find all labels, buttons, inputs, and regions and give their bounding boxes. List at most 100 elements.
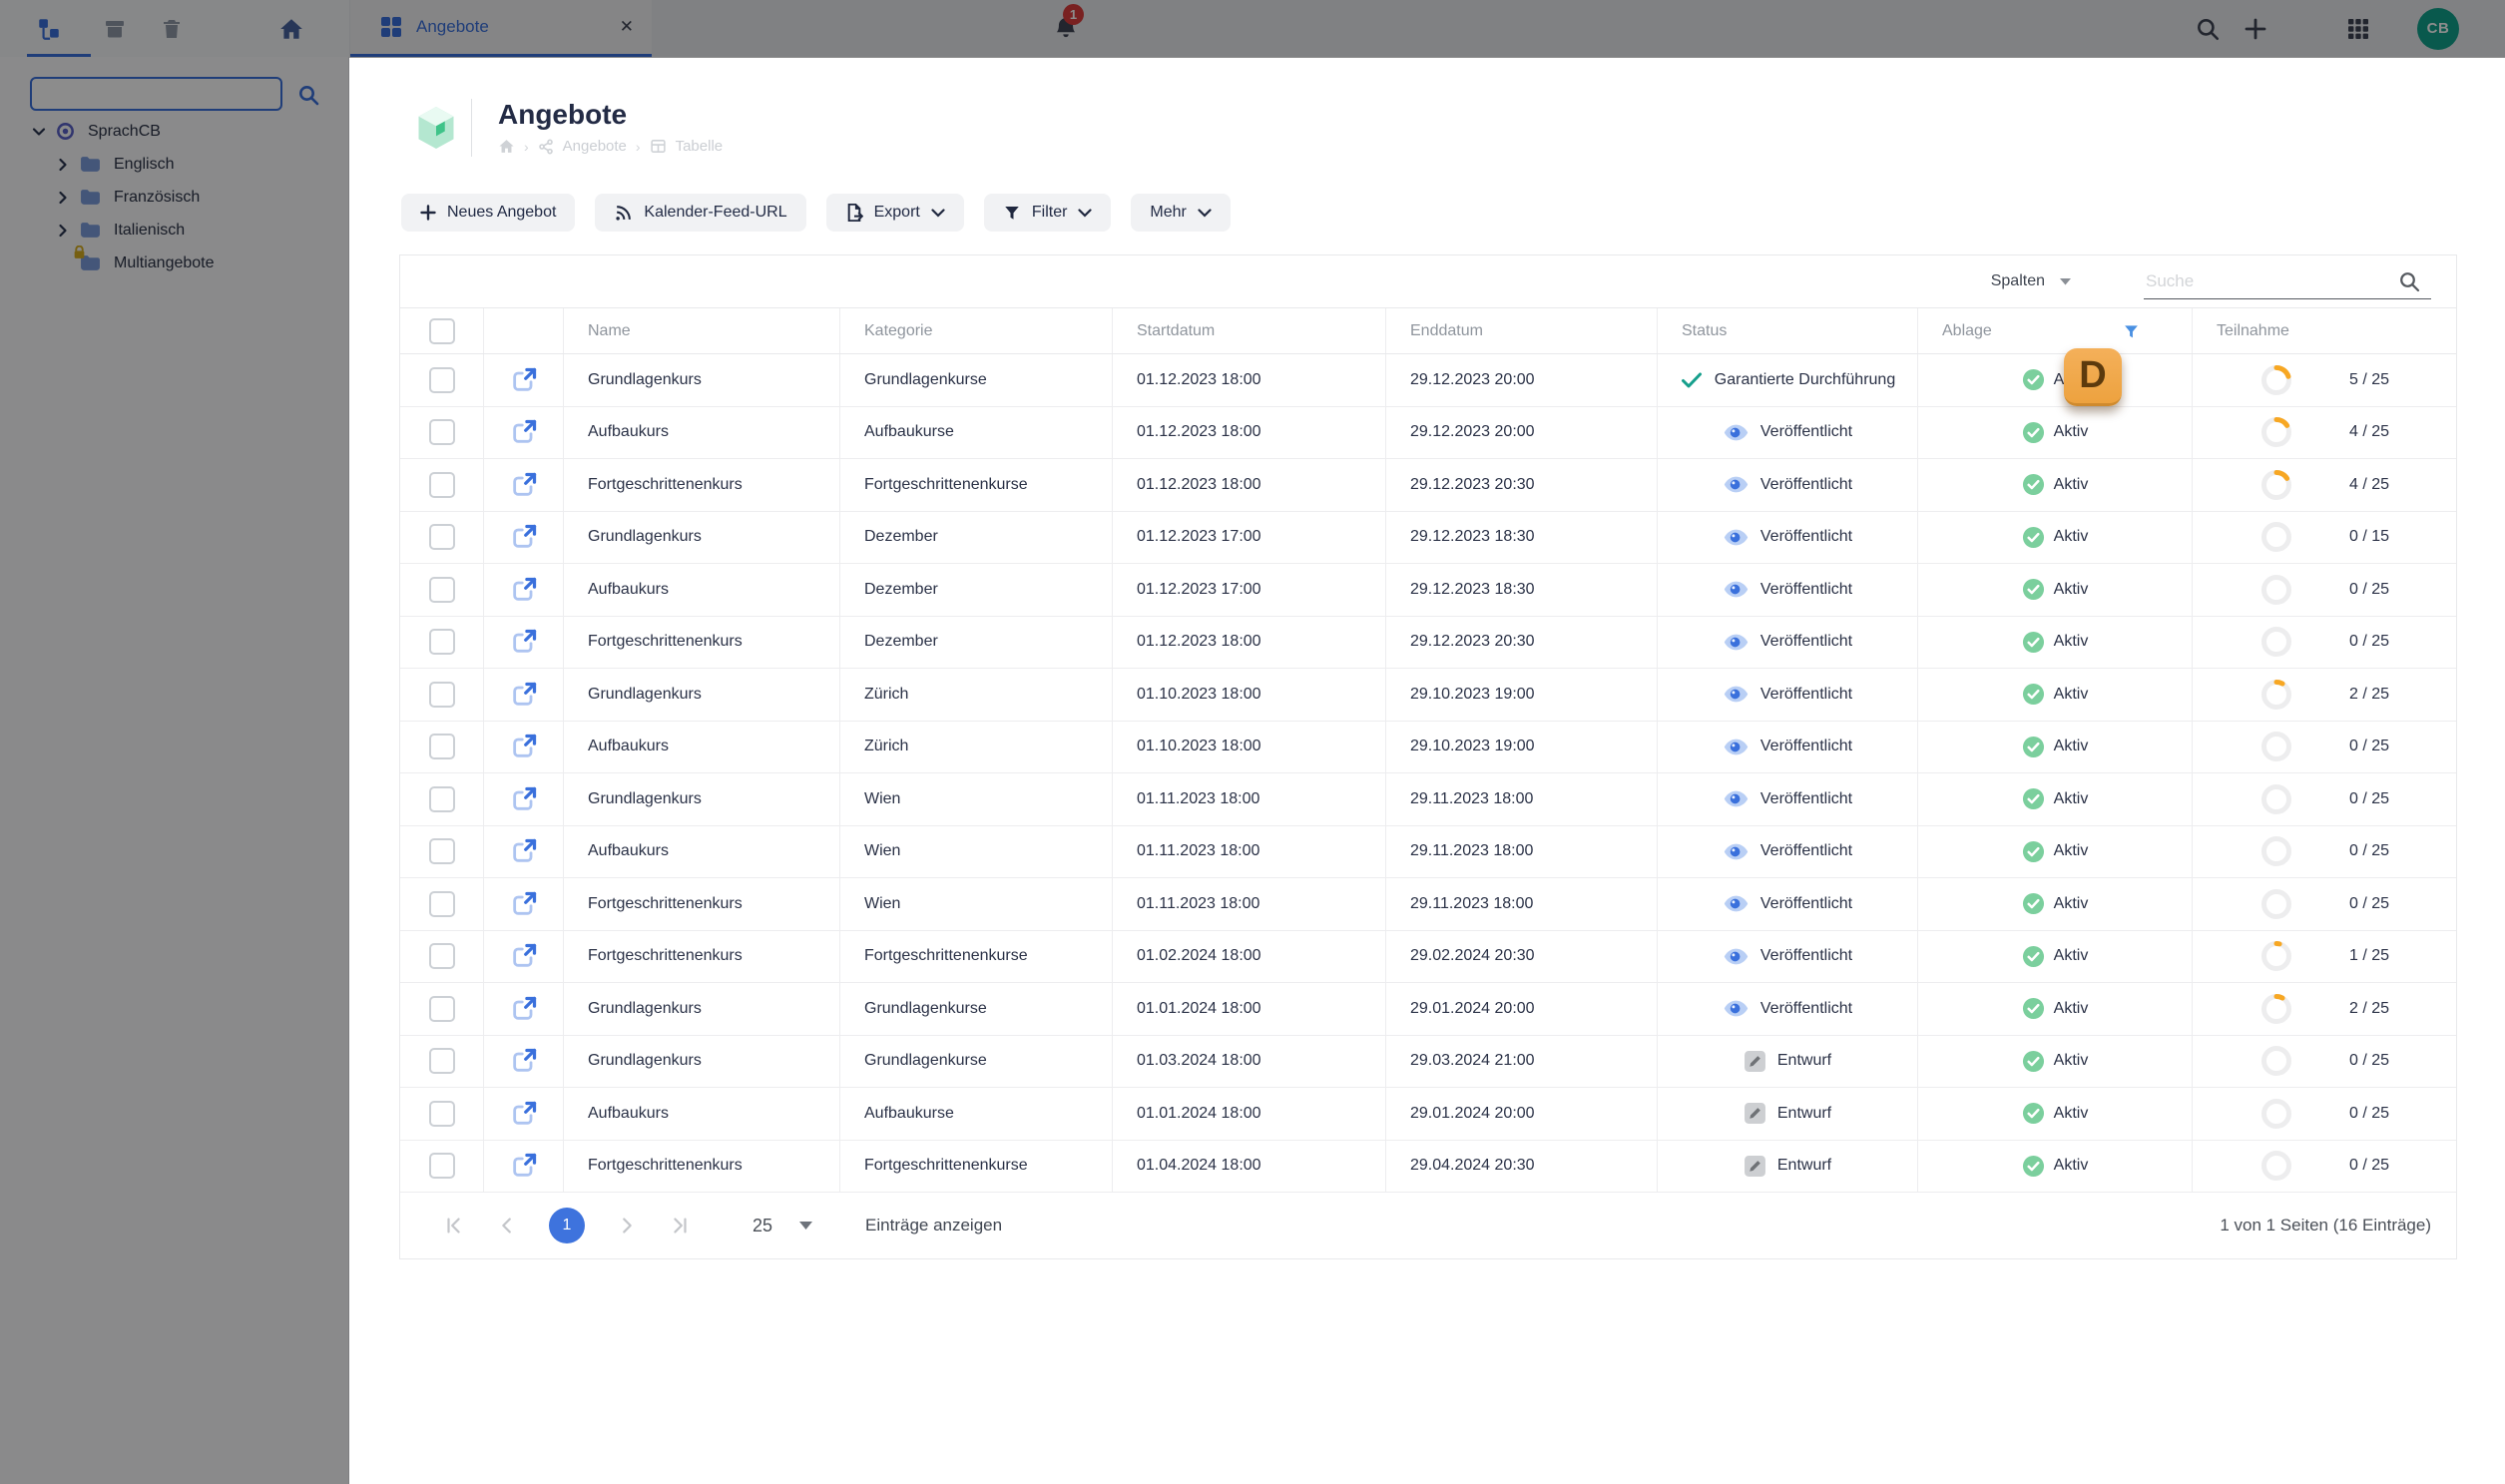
header-cell-ablage[interactable]: Ablage [1918,308,2193,353]
tree-item-multiangebote[interactable]: Multiangebote [0,245,348,279]
open-in-new-icon[interactable] [510,837,538,865]
apps-grid-icon[interactable] [2346,17,2370,41]
sidebar-search-icon[interactable] [296,83,320,112]
open-in-new-icon[interactable] [510,471,538,499]
open-in-new-icon[interactable] [510,995,538,1023]
current-page-button[interactable]: 1 [549,1208,585,1243]
row-checkbox[interactable] [428,471,455,498]
header-cell-kategorie[interactable]: Kategorie [840,308,1113,353]
home-icon[interactable] [278,16,304,42]
previous-page-icon[interactable] [496,1215,518,1237]
cell-status: Veröffentlicht [1658,459,1918,511]
filter-button[interactable]: Filter [983,194,1112,232]
row-checkbox[interactable] [428,419,455,446]
cell-startdatum: 01.12.2023 18:00 [1113,616,1386,668]
calendar-feed-url-button[interactable]: Kalender-Feed-URL [595,194,806,232]
column-filter-active-icon[interactable] [2123,322,2140,339]
open-in-new-icon[interactable] [510,681,538,709]
new-offer-button[interactable]: Neues Angebot [401,194,576,232]
participation-value: 0 / 25 [2348,738,2389,755]
open-in-new-icon[interactable] [510,1100,538,1128]
check-circle-icon [2022,840,2045,863]
row-checkbox[interactable] [428,629,455,656]
breadcrumb: › Angebote › Tabelle [498,138,723,155]
cell-enddatum: 29.12.2023 20:30 [1386,459,1658,511]
table-search-icon[interactable] [2397,269,2421,293]
check-circle-icon [2022,683,2045,706]
header-cell-name[interactable]: Name [564,308,840,353]
cell-open [484,983,564,1035]
open-in-new-icon[interactable] [510,1152,538,1180]
row-checkbox[interactable] [428,681,455,708]
notifications-bell-icon[interactable]: 1 [1053,3,2505,42]
sidebar-search-input[interactable] [30,77,282,111]
cell-startdatum: 01.12.2023 18:00 [1113,459,1386,511]
tree-item-label: SprachCB [88,122,161,140]
table-search-input[interactable] [2144,269,2397,292]
open-in-new-icon[interactable] [510,366,538,394]
open-in-new-icon[interactable] [510,785,538,813]
cell-startdatum: 01.11.2023 18:00 [1113,878,1386,930]
row-checkbox[interactable] [428,785,455,812]
cell-open [484,459,564,511]
last-page-icon[interactable] [669,1215,691,1237]
row-checkbox[interactable] [428,366,455,393]
user-avatar[interactable]: CB [2417,7,2459,50]
breadcrumb-home-icon[interactable] [498,138,515,155]
hint-badge-d[interactable]: D [2064,348,2122,406]
open-in-new-icon[interactable] [510,1047,538,1075]
cell-kategorie: Grundlagenkurse [840,983,1113,1035]
tree-item-sprachcb[interactable]: SprachCB [0,115,348,148]
participation-value: 0 / 25 [2348,1052,2389,1070]
ablage-badge: Aktiv [2022,631,2088,654]
header-cell-status[interactable]: Status [1658,308,1918,353]
chevron-down-icon[interactable] [28,124,50,140]
header-cell-enddatum[interactable]: Enddatum [1386,308,1658,353]
tree-item-englisch[interactable]: Englisch [0,148,348,181]
ablage-label: Aktiv [2053,1104,2089,1122]
open-in-new-icon[interactable] [510,942,538,970]
tree-item-französisch[interactable]: Französisch [0,181,348,214]
export-button[interactable]: Export [825,194,964,232]
open-in-new-icon[interactable] [510,628,538,656]
open-in-new-icon[interactable] [510,576,538,604]
ablage-badge: Aktiv [2022,473,2088,496]
check-circle-icon [2022,892,2045,915]
page-size-select[interactable]: 25 [752,1216,813,1237]
select-all-checkbox[interactable] [428,317,455,344]
more-button[interactable]: Mehr [1131,194,1231,232]
trash-icon[interactable] [160,17,184,41]
tree-item-italienisch[interactable]: Italienisch [0,214,348,247]
row-checkbox[interactable] [428,995,455,1022]
chevron-right-icon[interactable] [52,190,74,206]
open-in-new-icon[interactable] [510,733,538,760]
chevron-right-icon[interactable] [52,223,74,239]
tab-angebote[interactable]: Angebote ✕ [350,0,652,57]
row-checkbox[interactable] [428,576,455,603]
first-page-icon[interactable] [443,1215,465,1237]
archive-icon[interactable] [103,17,127,41]
open-in-new-icon[interactable] [510,418,538,446]
header-cell-startdatum[interactable]: Startdatum [1113,308,1386,353]
row-checkbox[interactable] [428,1048,455,1075]
tree-view-icon[interactable] [36,16,62,42]
cell-select [400,721,484,772]
open-in-new-icon[interactable] [510,890,538,918]
chevron-right-icon[interactable] [52,157,74,173]
row-checkbox[interactable] [428,734,455,760]
next-page-icon[interactable] [616,1215,638,1237]
columns-dropdown[interactable]: Spalten [1991,272,2072,290]
row-checkbox[interactable] [428,1153,455,1180]
check-circle-icon [2022,473,2045,496]
row-checkbox[interactable] [428,1100,455,1127]
tab-close-icon[interactable]: ✕ [620,17,634,37]
ablage-label: Aktiv [2053,738,2089,755]
row-checkbox[interactable] [428,943,455,970]
header-cell-teilnahme[interactable]: Teilnahme [2193,308,2456,353]
open-in-new-icon[interactable] [510,523,538,551]
row-checkbox[interactable] [428,838,455,865]
table-row: Fortgeschrittenenkurs Fortgeschrittenenku… [400,930,2456,983]
row-checkbox[interactable] [428,890,455,917]
row-checkbox[interactable] [428,524,455,551]
breadcrumb-item-angebote[interactable]: Angebote [563,138,627,155]
